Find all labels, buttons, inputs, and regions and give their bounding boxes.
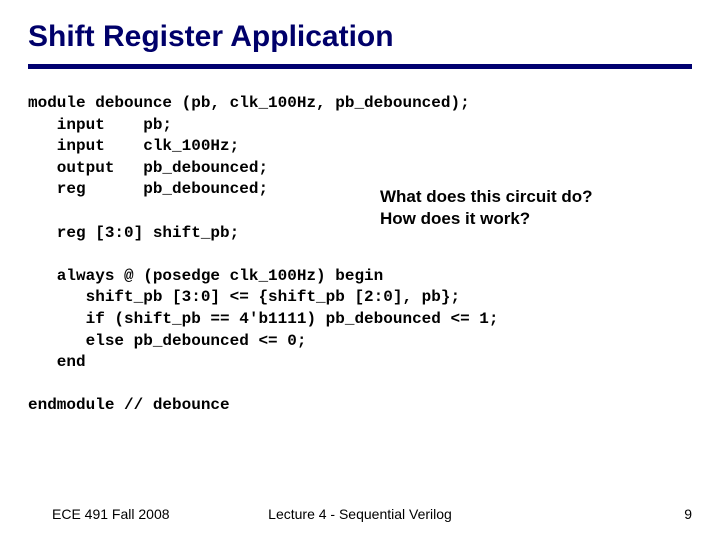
- question-callout: What does this circuit do? How does it w…: [380, 186, 593, 230]
- title-underline: [28, 64, 692, 69]
- footer-page: 9: [684, 506, 692, 522]
- callout-line-1: What does this circuit do?: [380, 186, 593, 208]
- slide-title: Shift Register Application: [28, 20, 692, 54]
- footer-lecture: Lecture 4 - Sequential Verilog: [0, 506, 720, 522]
- code-block: module debounce (pb, clk_100Hz, pb_debou…: [28, 93, 692, 417]
- callout-line-2: How does it work?: [380, 208, 593, 230]
